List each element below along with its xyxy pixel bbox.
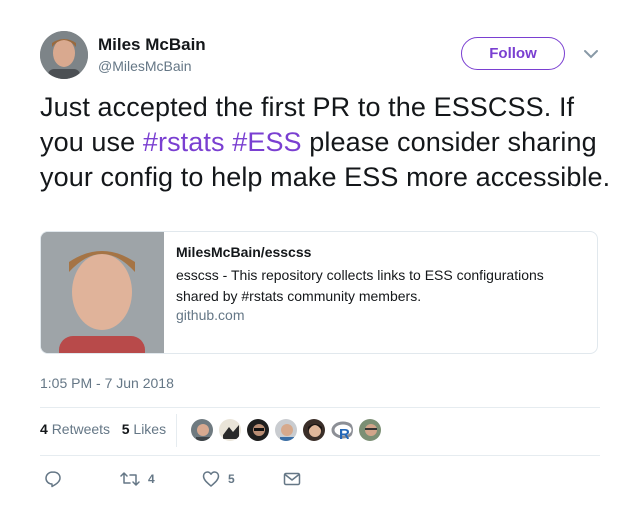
liker-avatar[interactable] <box>218 418 242 442</box>
retweet-icon <box>120 472 140 486</box>
retweets-label: Retweets <box>51 421 111 437</box>
liker-avatar[interactable] <box>246 418 270 442</box>
envelope-icon <box>283 472 301 486</box>
likes-stat[interactable]: 5 Likes <box>122 421 166 437</box>
liker-avatar[interactable] <box>274 418 298 442</box>
profile-photo <box>40 31 88 79</box>
card-domain: github.com <box>176 307 245 323</box>
liker-avatar[interactable] <box>358 418 382 442</box>
liker-avatar[interactable] <box>190 418 214 442</box>
divider <box>176 414 177 447</box>
reply-button[interactable] <box>44 468 62 490</box>
retweets-count: 4 <box>40 421 48 437</box>
direct-message-button[interactable] <box>283 468 301 490</box>
hashtag-ess[interactable]: #ESS <box>232 127 301 157</box>
like-button[interactable]: 5 <box>202 468 235 490</box>
card-description: esscss - This repository collects links … <box>176 267 544 304</box>
author-name[interactable]: Miles McBain <box>98 35 206 55</box>
liker-avatar[interactable]: R <box>330 418 354 442</box>
divider <box>40 407 600 408</box>
author-avatar[interactable] <box>40 31 88 79</box>
likes-count: 5 <box>121 421 130 437</box>
liker-avatar[interactable] <box>302 418 326 442</box>
retweets-stat[interactable]: 4 Retweets <box>40 421 110 437</box>
card-photo <box>41 232 164 353</box>
hashtag-rstats[interactable]: #rstats <box>143 127 225 157</box>
retweet-button[interactable]: 4 <box>120 468 155 490</box>
divider <box>40 455 600 456</box>
likes-label: Likes <box>133 421 167 437</box>
reply-icon <box>45 471 61 488</box>
link-card[interactable]: MilesMcBain/esscss esscss - This reposit… <box>40 231 598 354</box>
card-thumbnail <box>41 232 164 353</box>
tweet-text: Just accepted the first PR to the ESSCSS… <box>40 90 612 195</box>
chevron-down-icon[interactable] <box>582 47 600 61</box>
card-title: MilesMcBain/esscss <box>176 244 312 260</box>
follow-button[interactable]: Follow <box>461 37 565 70</box>
like-count: 5 <box>228 472 235 486</box>
svg-text:R: R <box>339 426 350 442</box>
tweet-stats: 4 Retweets 5 Likes <box>40 421 166 437</box>
retweet-count: 4 <box>148 472 155 486</box>
tweet-timestamp[interactable]: 1:05 PM - 7 Jun 2018 <box>40 375 174 391</box>
heart-icon <box>202 471 220 487</box>
author-handle[interactable]: @MilesMcBain <box>98 58 192 74</box>
